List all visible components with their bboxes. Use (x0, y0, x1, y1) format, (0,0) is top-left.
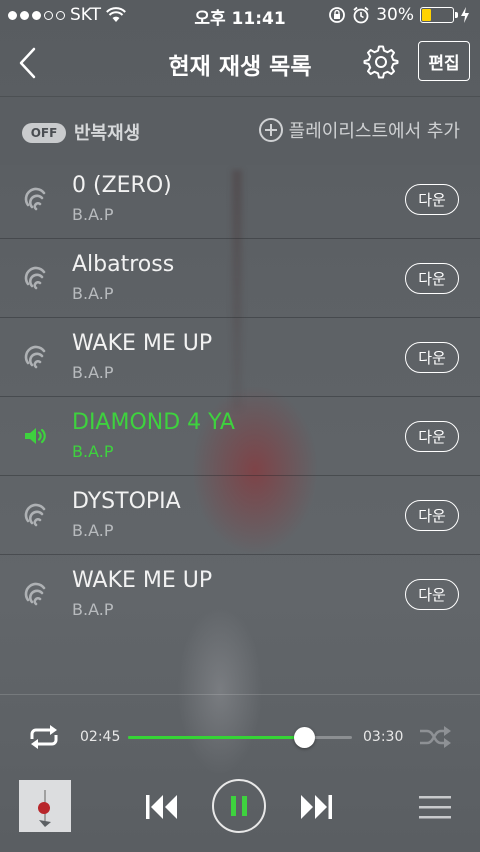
pause-icon (231, 796, 247, 816)
sound-wave-icon (24, 187, 46, 211)
download-button[interactable]: 다운 (405, 184, 459, 215)
player-divider (0, 694, 480, 695)
shuffle-icon[interactable] (418, 723, 452, 751)
next-icon[interactable] (297, 790, 335, 824)
header: 현재 재생 목록 편집 (0, 30, 480, 96)
song-title: DYSTOPIA (72, 489, 181, 514)
status-bar: SKT 오후 11:41 30% (0, 0, 480, 30)
download-button[interactable]: 다운 (405, 579, 459, 610)
download-button[interactable]: 다운 (405, 421, 459, 452)
song-artist: B.A.P (72, 600, 114, 619)
song-title: Albatross (72, 252, 175, 277)
song-title: DIAMOND 4 YA (72, 410, 235, 435)
plus-circle-icon (258, 118, 283, 142)
menu-icon[interactable] (418, 793, 452, 821)
progress-fill (128, 736, 304, 739)
song-artist: B.A.P (72, 205, 114, 224)
speaker-icon (25, 428, 46, 444)
options-bar: OFF 반복재생 플레이리스트에서 추가 (0, 96, 480, 165)
song-artist: B.A.P (72, 442, 114, 461)
charging-icon (461, 7, 469, 23)
song-artist: B.A.P (72, 363, 114, 382)
sound-wave-icon (24, 503, 46, 527)
playlist: 0 (ZERO) B.A.P 다운 Albatross B.A.P 다운 WAK… (0, 164, 480, 630)
repeat-label: 반복재생 (74, 123, 141, 144)
sound-wave-icon (24, 582, 46, 606)
download-button[interactable]: 다운 (405, 500, 459, 531)
sound-wave-icon (24, 345, 46, 369)
list-item-now-playing[interactable]: DIAMOND 4 YA B.A.P 다운 (0, 396, 480, 476)
page-title: 현재 재생 목록 (168, 54, 312, 80)
album-art[interactable] (19, 780, 71, 832)
rotation-lock-icon (329, 7, 346, 23)
repeat-toggle[interactable]: OFF (22, 123, 66, 143)
edit-button[interactable]: 편집 (418, 41, 470, 81)
song-title: 0 (ZERO) (72, 173, 172, 198)
download-button[interactable]: 다운 (405, 263, 459, 294)
alarm-icon (353, 6, 369, 24)
download-button[interactable]: 다운 (405, 342, 459, 373)
list-item[interactable]: 0 (ZERO) B.A.P 다운 (0, 164, 480, 239)
list-item[interactable]: WAKE ME UP B.A.P 다운 (0, 554, 480, 630)
add-from-playlist-label: 플레이리스트에서 추가 (288, 121, 460, 142)
battery-icon (420, 7, 458, 23)
song-artist: B.A.P (72, 284, 114, 303)
sound-wave-icon (24, 266, 46, 290)
elapsed-time: 02:45 (80, 729, 121, 745)
pause-button[interactable] (212, 779, 266, 833)
progress-knob[interactable] (293, 727, 315, 748)
gear-icon[interactable] (362, 43, 400, 81)
battery-percent: 30% (376, 5, 414, 25)
song-artist: B.A.P (72, 521, 114, 540)
previous-icon[interactable] (143, 790, 181, 824)
song-title: WAKE ME UP (72, 568, 213, 593)
album-rose-image (19, 780, 71, 832)
song-title: WAKE ME UP (72, 331, 213, 356)
total-time: 03:30 (363, 729, 404, 745)
progress-slider[interactable] (128, 727, 352, 748)
list-item[interactable]: Albatross B.A.P 다운 (0, 238, 480, 318)
list-item[interactable]: WAKE ME UP B.A.P 다운 (0, 317, 480, 397)
add-from-playlist-button[interactable]: 플레이리스트에서 추가 (258, 117, 460, 143)
list-item[interactable]: DYSTOPIA B.A.P 다운 (0, 475, 480, 555)
repeat-icon[interactable] (26, 723, 62, 751)
